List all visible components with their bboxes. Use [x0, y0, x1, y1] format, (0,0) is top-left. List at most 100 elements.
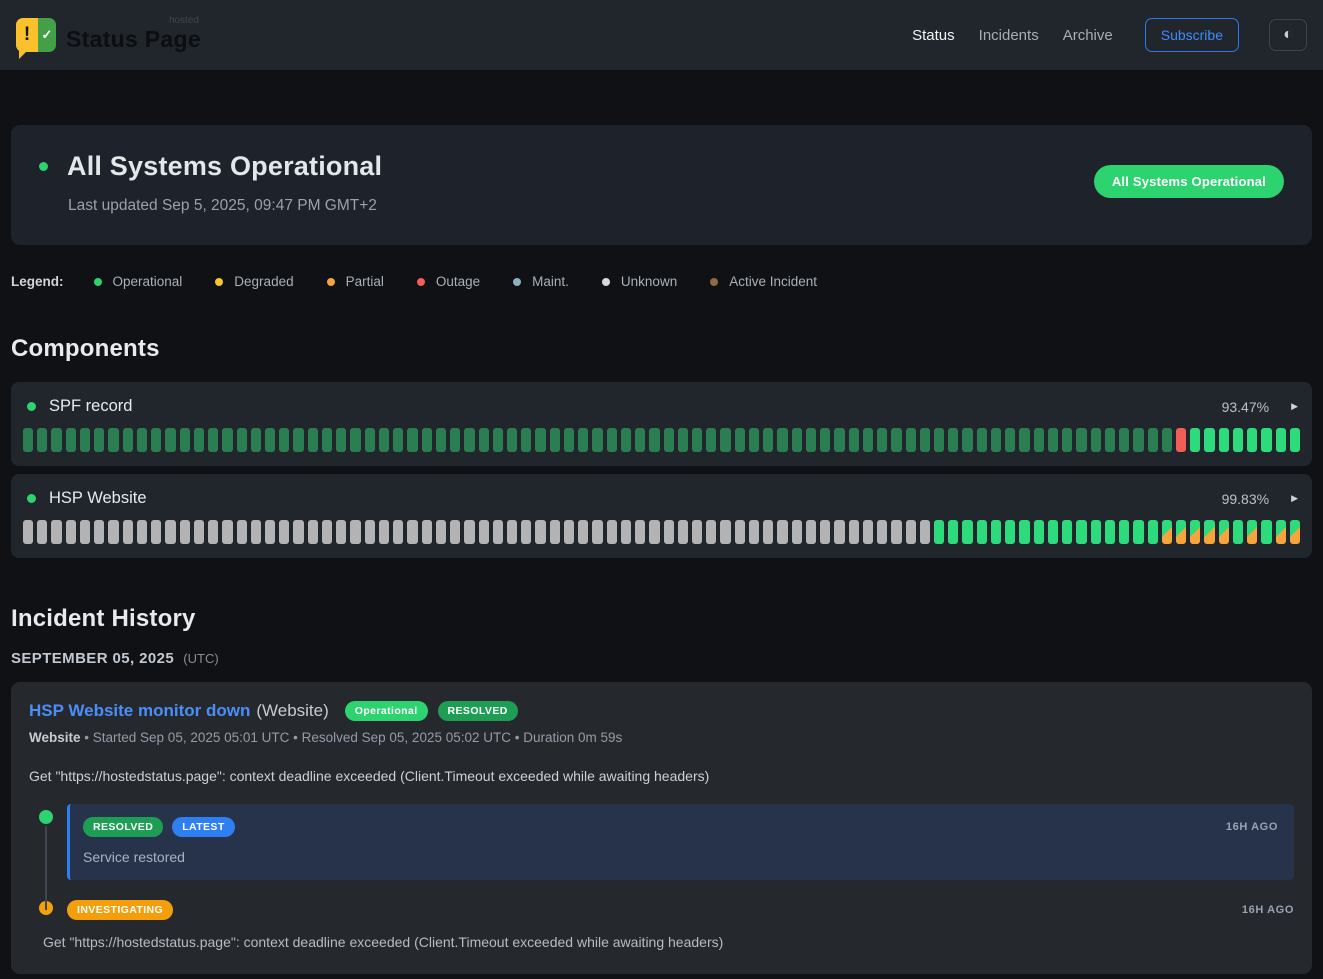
uptime-bar[interactable]: [237, 428, 247, 452]
uptime-bar[interactable]: [1162, 428, 1172, 452]
uptime-bar[interactable]: [607, 520, 617, 544]
uptime-bar[interactable]: [649, 428, 659, 452]
uptime-bar[interactable]: [66, 520, 76, 544]
uptime-bar[interactable]: [507, 520, 517, 544]
uptime-bar[interactable]: [1204, 428, 1214, 452]
uptime-bar[interactable]: [265, 428, 275, 452]
uptime-bar[interactable]: [1048, 428, 1058, 452]
uptime-bar[interactable]: [407, 428, 417, 452]
uptime-bar[interactable]: [194, 520, 204, 544]
uptime-bar[interactable]: [350, 428, 360, 452]
uptime-bar[interactable]: [564, 520, 574, 544]
uptime-bar[interactable]: [649, 520, 659, 544]
uptime-bar[interactable]: [977, 520, 987, 544]
uptime-bar[interactable]: [1019, 520, 1029, 544]
uptime-bar[interactable]: [692, 520, 702, 544]
uptime-bar[interactable]: [108, 428, 118, 452]
uptime-bar[interactable]: [763, 428, 773, 452]
uptime-bar[interactable]: [108, 520, 118, 544]
uptime-bar[interactable]: [664, 520, 674, 544]
uptime-bar[interactable]: [792, 428, 802, 452]
uptime-bar[interactable]: [51, 428, 61, 452]
uptime-bar[interactable]: [962, 428, 972, 452]
nav-archive[interactable]: Archive: [1063, 27, 1113, 44]
uptime-bar[interactable]: [208, 428, 218, 452]
component-header[interactable]: HSP Website 99.83% ▶: [23, 489, 1300, 508]
uptime-bar[interactable]: [308, 520, 318, 544]
uptime-bar[interactable]: [493, 520, 503, 544]
brand[interactable]: ! ✓ hosted Status Page: [16, 18, 201, 53]
uptime-bar[interactable]: [51, 520, 61, 544]
uptime-bar[interactable]: [1019, 428, 1029, 452]
uptime-bar[interactable]: [991, 520, 1001, 544]
uptime-bar[interactable]: [535, 428, 545, 452]
uptime-bar[interactable]: [365, 520, 375, 544]
uptime-bar[interactable]: [1119, 428, 1129, 452]
uptime-bar[interactable]: [1190, 428, 1200, 452]
uptime-bar[interactable]: [877, 520, 887, 544]
uptime-bar[interactable]: [578, 428, 588, 452]
uptime-bar[interactable]: [1091, 520, 1101, 544]
uptime-bar[interactable]: [1204, 520, 1214, 544]
uptime-bar[interactable]: [891, 520, 901, 544]
uptime-bar[interactable]: [80, 428, 90, 452]
uptime-bar[interactable]: [777, 428, 787, 452]
uptime-bar[interactable]: [322, 520, 332, 544]
uptime-bar[interactable]: [991, 428, 1001, 452]
uptime-bar[interactable]: [23, 428, 33, 452]
expand-arrow-icon[interactable]: ▶: [1291, 401, 1298, 412]
uptime-bar[interactable]: [1290, 520, 1300, 544]
uptime-bar[interactable]: [948, 428, 958, 452]
uptime-bar[interactable]: [678, 428, 688, 452]
uptime-bar[interactable]: [635, 428, 645, 452]
uptime-bar[interactable]: [1034, 428, 1044, 452]
uptime-bar[interactable]: [479, 428, 489, 452]
uptime-bar[interactable]: [1062, 428, 1072, 452]
uptime-bar[interactable]: [137, 520, 147, 544]
uptime-bar[interactable]: [151, 428, 161, 452]
uptime-bar[interactable]: [180, 520, 190, 544]
uptime-bar[interactable]: [906, 428, 916, 452]
uptime-bar[interactable]: [322, 428, 332, 452]
incident-title-link[interactable]: HSP Website monitor down: [29, 701, 250, 721]
uptime-bar[interactable]: [1162, 520, 1172, 544]
uptime-bar[interactable]: [1148, 428, 1158, 452]
uptime-bar[interactable]: [1176, 428, 1186, 452]
uptime-bar[interactable]: [407, 520, 417, 544]
uptime-bar[interactable]: [393, 428, 403, 452]
theme-toggle-button[interactable]: ◐: [1269, 19, 1307, 51]
uptime-bar[interactable]: [535, 520, 545, 544]
uptime-bar[interactable]: [1276, 520, 1286, 544]
uptime-bar[interactable]: [720, 520, 730, 544]
uptime-bar[interactable]: [350, 520, 360, 544]
uptime-bar[interactable]: [1233, 520, 1243, 544]
uptime-bar[interactable]: [1261, 428, 1271, 452]
uptime-bar[interactable]: [265, 520, 275, 544]
uptime-bar[interactable]: [550, 428, 560, 452]
uptime-bar[interactable]: [592, 428, 602, 452]
uptime-bar[interactable]: [920, 428, 930, 452]
uptime-bar[interactable]: [977, 428, 987, 452]
component-header[interactable]: SPF record 93.47% ▶: [23, 397, 1300, 416]
uptime-bar[interactable]: [749, 520, 759, 544]
nav-status[interactable]: Status: [912, 27, 955, 44]
uptime-bar[interactable]: [194, 428, 204, 452]
uptime-bar[interactable]: [1048, 520, 1058, 544]
uptime-bar[interactable]: [1091, 428, 1101, 452]
uptime-bar[interactable]: [222, 520, 232, 544]
nav-incidents[interactable]: Incidents: [979, 27, 1039, 44]
uptime-bar[interactable]: [1247, 428, 1257, 452]
uptime-bar[interactable]: [834, 520, 844, 544]
uptime-bar[interactable]: [1190, 520, 1200, 544]
uptime-bar[interactable]: [151, 520, 161, 544]
uptime-bar[interactable]: [820, 520, 830, 544]
uptime-bar[interactable]: [450, 520, 460, 544]
uptime-bar[interactable]: [920, 520, 930, 544]
uptime-bar[interactable]: [521, 428, 531, 452]
uptime-bar[interactable]: [1148, 520, 1158, 544]
uptime-bar[interactable]: [23, 520, 33, 544]
uptime-bar[interactable]: [621, 520, 631, 544]
uptime-bar[interactable]: [877, 428, 887, 452]
uptime-bar[interactable]: [692, 428, 702, 452]
uptime-bar[interactable]: [1005, 520, 1015, 544]
